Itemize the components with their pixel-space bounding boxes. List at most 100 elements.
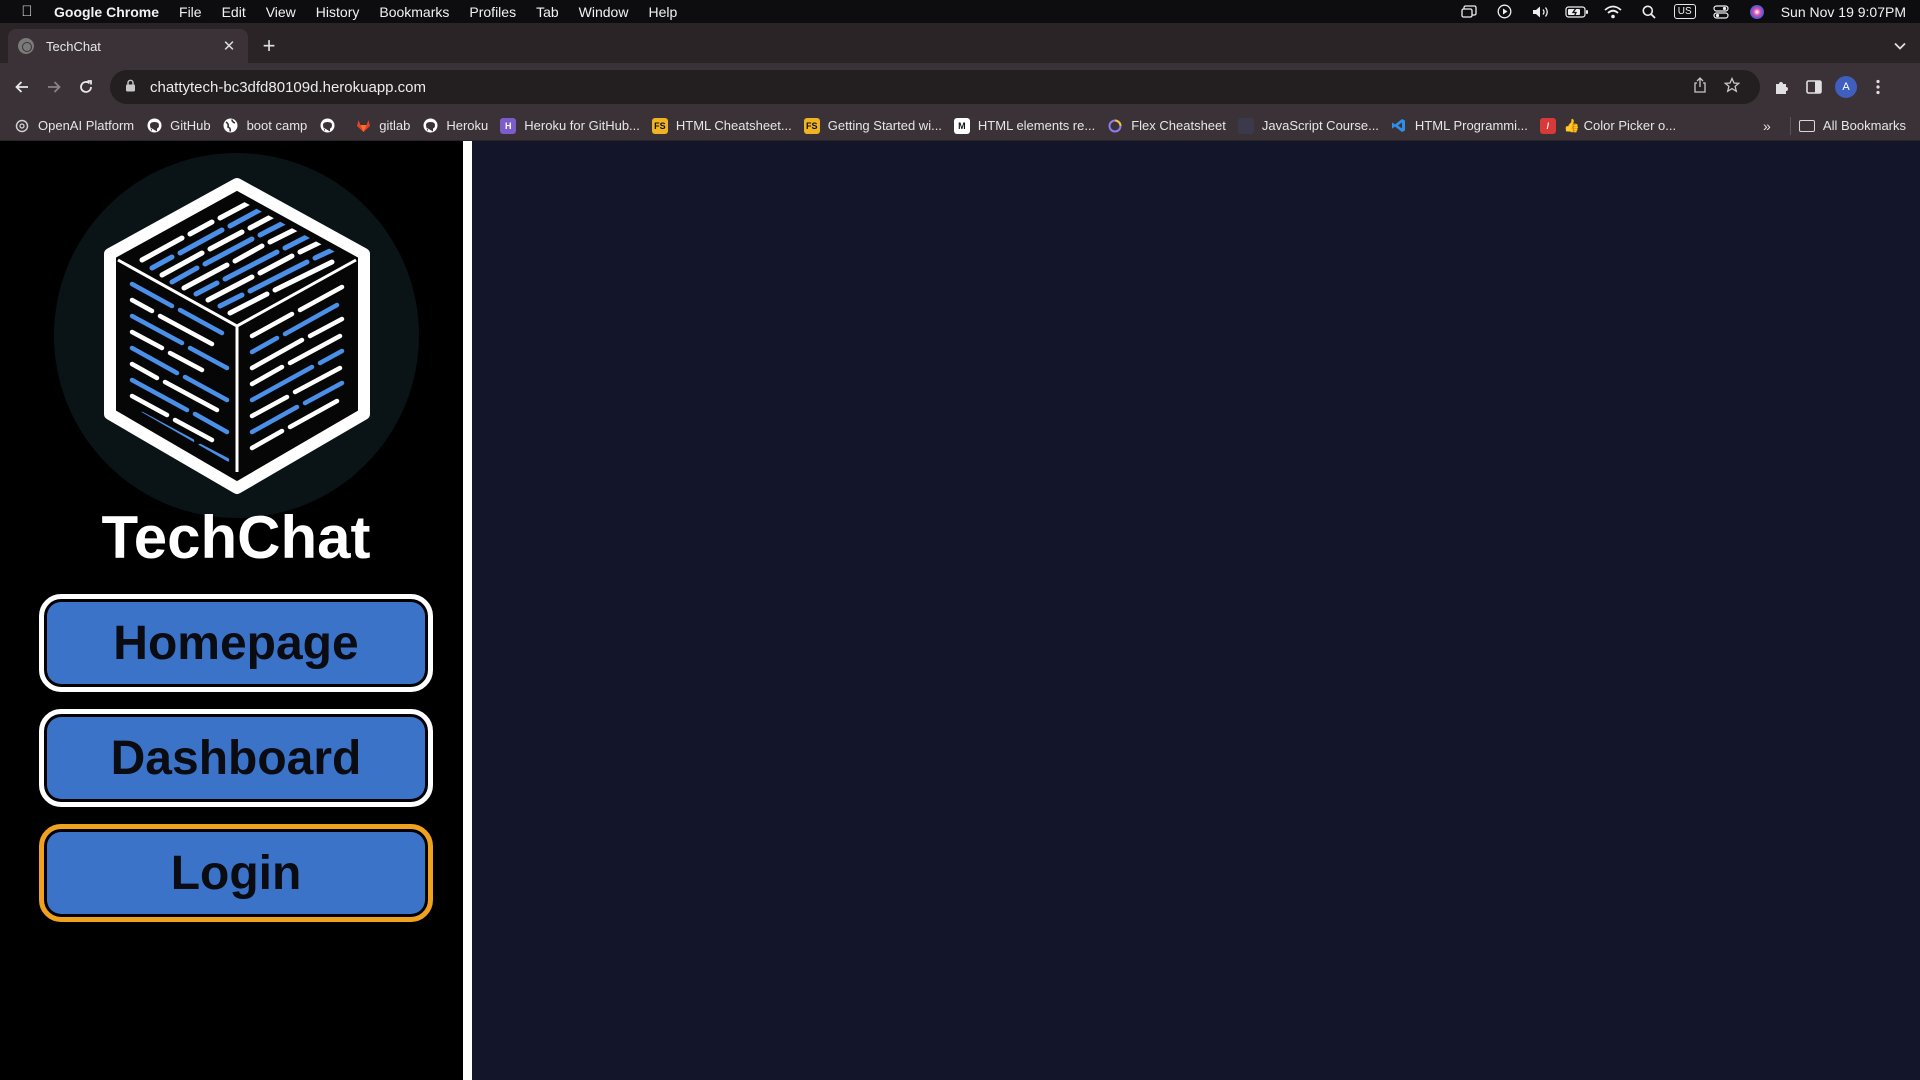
menu-view[interactable]: View <box>256 4 306 20</box>
fs-icon: FS <box>651 117 668 134</box>
flex-icon <box>1107 118 1123 134</box>
tab-close-icon[interactable]: ✕ <box>220 37 238 55</box>
reload-icon[interactable] <box>70 71 102 103</box>
control-center-icon[interactable] <box>1703 0 1739 23</box>
bookmark-label: Flex Cheatsheet <box>1131 118 1226 133</box>
globe-favicon-icon <box>18 38 34 54</box>
macos-menu-bar:  Google Chrome File Edit View History B… <box>0 0 1920 23</box>
all-bookmarks-label: All Bookmarks <box>1822 118 1906 133</box>
bookmark-heroku-for-github[interactable]: H Heroku for GitHub... <box>500 117 640 134</box>
app-title: TechChat <box>101 504 371 571</box>
toolbar-actions: A <box>1766 71 1894 103</box>
bookmark-boot-camp[interactable]: boot camp <box>223 118 308 134</box>
play-icon[interactable] <box>1487 0 1523 23</box>
menubar-clock[interactable]: Sun Nov 19 9:07PM <box>1781 4 1906 20</box>
address-url[interactable]: chattytech-bc3dfd80109d.herokuapp.com <box>150 79 1684 96</box>
profile-avatar[interactable]: A <box>1830 71 1862 103</box>
globe-icon <box>223 118 239 134</box>
wifi-icon[interactable] <box>1595 0 1631 23</box>
techchat-logo <box>54 153 419 518</box>
bookmark-getting-started[interactable]: FS Getting Started wi... <box>803 117 942 134</box>
profile-initial: A <box>1835 76 1857 98</box>
bookmarks-divider <box>1789 116 1791 135</box>
bookmark-openai-platform[interactable]: OpenAI Platform <box>14 118 134 134</box>
bookmark-heroku[interactable]: Heroku <box>422 118 488 134</box>
bookmark-html-programming[interactable]: HTML Programmi... <box>1391 118 1528 134</box>
lock-icon[interactable] <box>122 79 138 95</box>
github-icon <box>319 118 335 134</box>
tab-title: TechChat <box>46 38 101 54</box>
menu-file[interactable]: File <box>169 4 212 20</box>
menu-tab[interactable]: Tab <box>526 4 569 20</box>
bookmark-label: GitHub <box>170 118 211 133</box>
bookmark-star-icon[interactable] <box>1716 76 1748 97</box>
back-arrow-icon[interactable] <box>6 71 38 103</box>
bookmarks-bar: OpenAI Platform GitHub boot camp gitlab … <box>0 111 1920 141</box>
browser-tab-active[interactable]: TechChat ✕ <box>8 29 248 63</box>
bookmark-label: boot camp <box>246 118 308 133</box>
bookmark-label: gitlab <box>379 118 411 133</box>
volume-icon[interactable] <box>1523 0 1559 23</box>
apple-menu-icon[interactable]:  <box>0 3 54 20</box>
app-sidebar: TechChat Homepage Dashboard Login <box>0 141 472 1080</box>
bookmark-github-unlabeled[interactable] <box>319 118 343 134</box>
folder-icon <box>1798 119 1815 132</box>
menu-help[interactable]: Help <box>638 4 687 20</box>
homepage-button[interactable]: Homepage <box>39 594 433 692</box>
code-cube-logo-icon <box>103 177 370 494</box>
siri-icon[interactable] <box>1739 0 1775 23</box>
menu-profiles[interactable]: Profiles <box>459 4 526 20</box>
bookmark-label: Heroku for GitHub... <box>524 118 640 133</box>
vscode-icon <box>1391 118 1407 134</box>
browser-toolbar: chattytech-bc3dfd80109d.herokuapp.com A <box>0 63 1920 111</box>
bookmark-github[interactable]: GitHub <box>146 118 211 134</box>
spotlight-search-icon[interactable] <box>1631 0 1667 23</box>
menu-bookmarks[interactable]: Bookmarks <box>369 4 459 20</box>
doc-icon <box>1237 117 1254 134</box>
bookmark-gitlab[interactable]: gitlab <box>355 118 410 134</box>
openai-icon <box>14 118 30 134</box>
browser-tab-strip: TechChat ✕ + <box>0 23 1920 63</box>
web-page: TechChat Homepage Dashboard Login <box>0 141 1920 1080</box>
bookmark-label: 👍 Color Picker o... <box>1563 117 1677 133</box>
menu-edit[interactable]: Edit <box>212 4 256 20</box>
screen-mirror-icon[interactable] <box>1451 0 1487 23</box>
dashboard-button[interactable]: Dashboard <box>39 709 433 807</box>
bookmarks-overflow-chevron-icon[interactable]: » <box>1752 118 1782 134</box>
address-bar[interactable]: chattytech-bc3dfd80109d.herokuapp.com <box>110 70 1760 104</box>
bookmark-label: Getting Started wi... <box>827 118 942 133</box>
mdn-icon: M <box>953 117 970 134</box>
login-button[interactable]: Login <box>39 824 433 922</box>
share-icon[interactable] <box>1684 77 1716 97</box>
side-panel-icon[interactable] <box>1798 71 1830 103</box>
heroku-icon: H <box>500 117 517 134</box>
battery-icon[interactable] <box>1559 0 1595 23</box>
chrome-menu-kebab-icon[interactable] <box>1862 71 1894 103</box>
main-content-area <box>481 141 1920 1080</box>
app-menu[interactable]: Google Chrome <box>54 4 169 20</box>
bookmark-label: HTML Programmi... <box>1414 118 1528 133</box>
bookmark-label: OpenAI Platform <box>38 118 135 133</box>
forward-arrow-icon[interactable] <box>38 71 70 103</box>
menu-window[interactable]: Window <box>569 4 639 20</box>
input-source-icon[interactable]: US <box>1667 0 1703 23</box>
new-tab-plus-icon[interactable]: + <box>252 29 286 63</box>
input-source-label: US <box>1673 4 1696 19</box>
bookmark-label: HTML elements re... <box>977 118 1096 133</box>
fs-icon: FS <box>803 117 820 134</box>
bookmark-flex-cheatsheet[interactable]: Flex Cheatsheet <box>1107 118 1226 134</box>
tab-search-chevron-icon[interactable] <box>1880 29 1920 63</box>
bookmark-label: Heroku <box>446 118 489 133</box>
bookmark-label: JavaScript Course... <box>1261 118 1379 133</box>
bookmark-color-picker[interactable]: / 👍 Color Picker o... <box>1539 117 1677 134</box>
bookmark-html-cheatsheet[interactable]: FS HTML Cheatsheet... <box>651 117 792 134</box>
bookmark-html-elements[interactable]: M HTML elements re... <box>953 117 1096 134</box>
all-bookmarks-button[interactable]: All Bookmarks <box>1798 118 1906 133</box>
extensions-puzzle-icon[interactable] <box>1766 71 1798 103</box>
gitlab-icon <box>355 118 371 134</box>
menubar-status-area: US Sun Nov 19 9:07PM <box>1451 0 1920 23</box>
bookmark-label: HTML Cheatsheet... <box>675 118 792 133</box>
menu-history[interactable]: History <box>306 4 370 20</box>
bookmark-javascript-course[interactable]: JavaScript Course... <box>1237 117 1379 134</box>
picker-icon: / <box>1539 117 1556 134</box>
